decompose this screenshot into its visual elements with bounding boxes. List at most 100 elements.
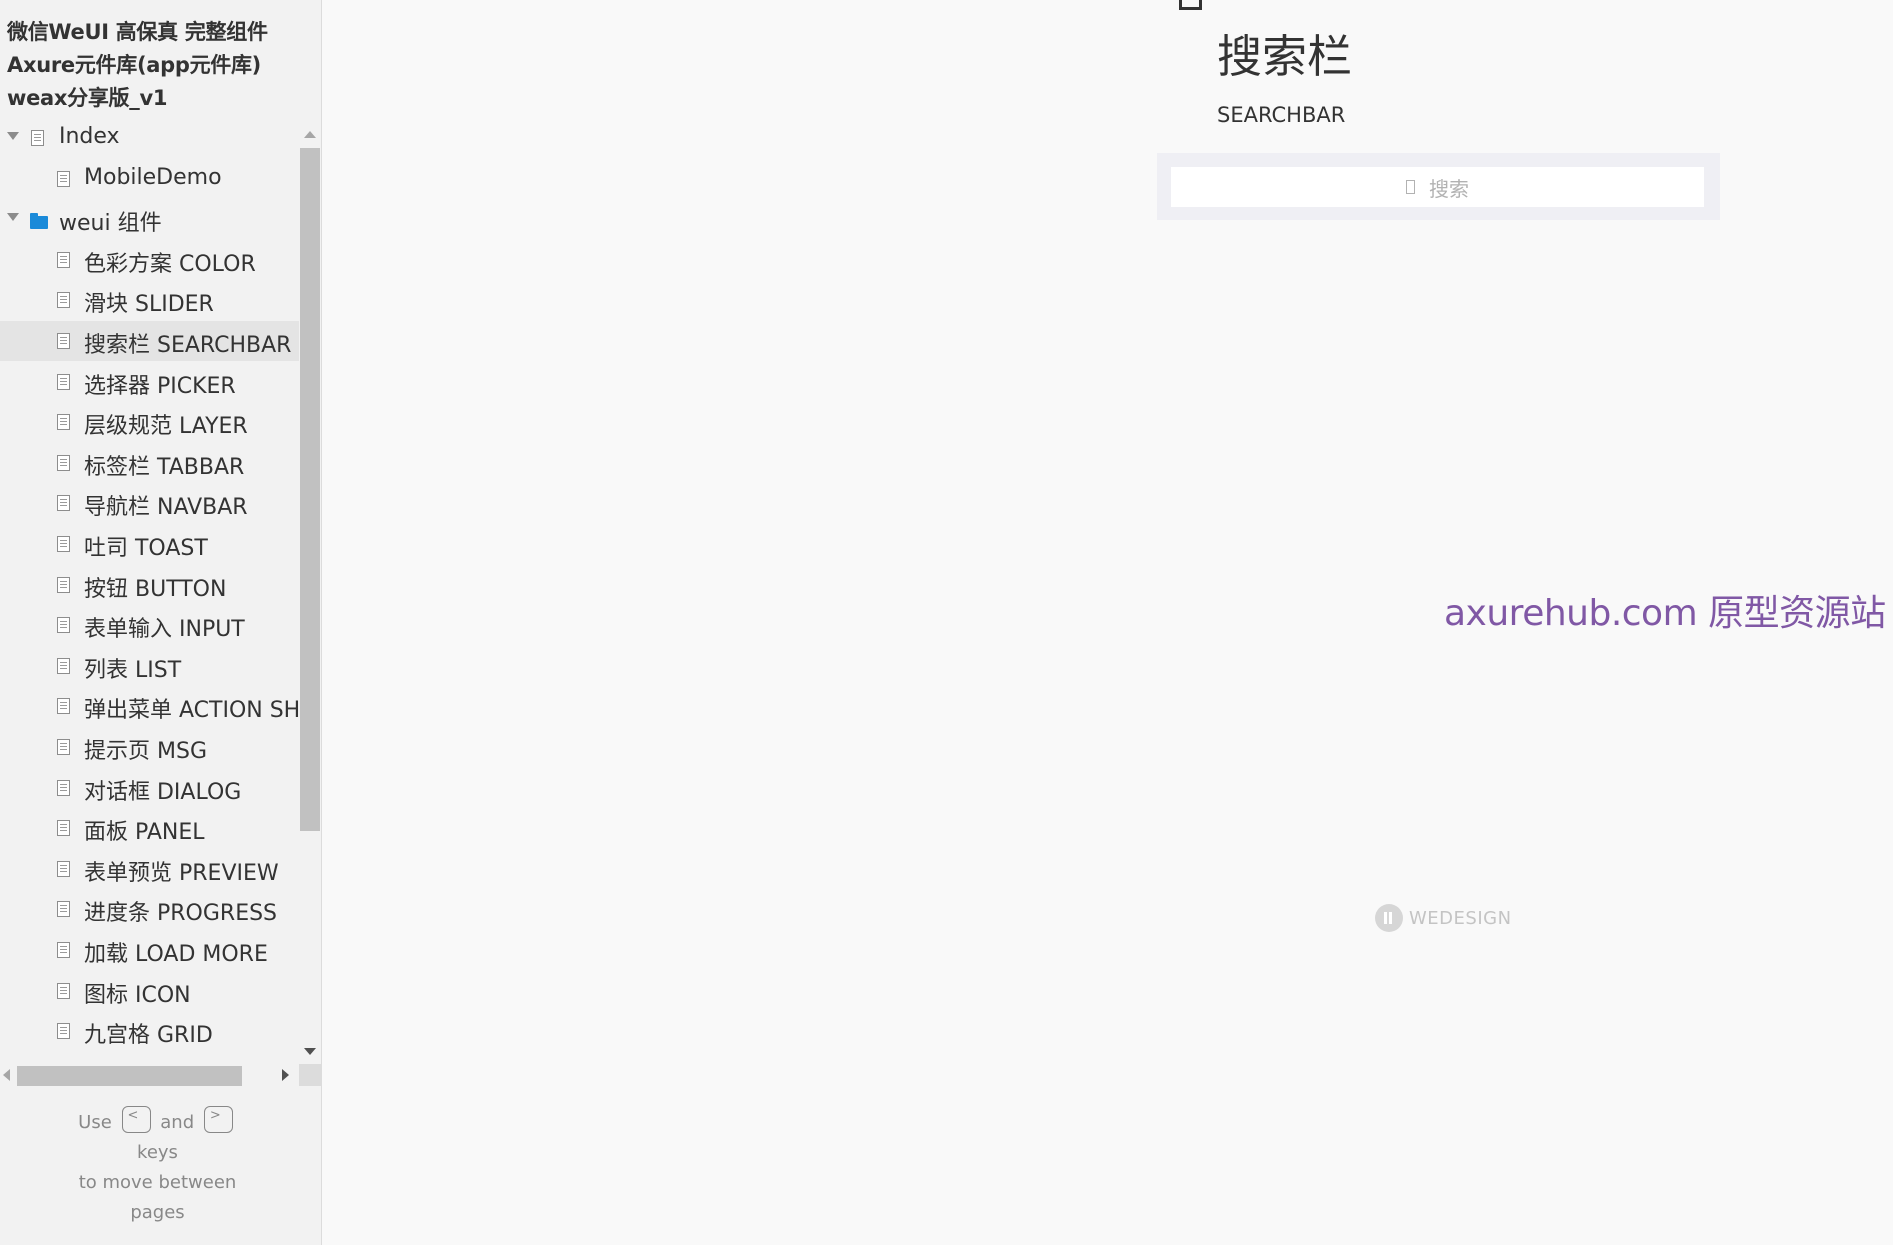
- keyboard-hint: Use < and > keys to move between pages: [40, 1105, 275, 1228]
- sitemap-folder[interactable]: weui 组件: [0, 199, 299, 239]
- sitemap-item-label: weui 组件: [59, 211, 162, 237]
- sitemap-page[interactable]: 进度条 PROGRESS: [0, 889, 299, 929]
- page-icon: [57, 414, 70, 431]
- sitemap-page[interactable]: 提示页 MSG: [0, 727, 299, 767]
- horizontal-scrollbar-thumb[interactable]: [17, 1066, 242, 1086]
- page-icon: [57, 495, 70, 512]
- hint-use: Use: [78, 1112, 112, 1133]
- sitemap-page[interactable]: 滑块 SLIDER: [0, 280, 299, 320]
- page-icon: [57, 536, 70, 552]
- page-icon: [57, 333, 70, 349]
- sitemap-item-label: 色彩方案 COLOR: [84, 251, 256, 277]
- expand-caret-icon[interactable]: [7, 132, 19, 140]
- page-icon: [57, 901, 70, 918]
- sitemap-item-label: 弹出菜单 ACTION SHEET: [84, 698, 299, 724]
- sitemap-page[interactable]: Index: [0, 124, 299, 158]
- sitemap-page[interactable]: 弹出菜单 ACTION SHEET: [0, 686, 299, 726]
- sitemap-item-label: 提示页 MSG: [84, 739, 207, 764]
- page-icon: [57, 1023, 70, 1040]
- scrollbar-corner: [299, 1064, 321, 1086]
- sitemap-item-label: 加载 LOAD MORE: [84, 942, 268, 967]
- sitemap-item-label: 标签栏 TABBAR: [84, 454, 245, 480]
- page-icon: [57, 292, 70, 309]
- sitemap-page[interactable]: 图标 ICON: [0, 971, 299, 1011]
- sitemap-page[interactable]: 表单预览 PREVIEW: [0, 849, 299, 889]
- sitemap-item-label: Index: [59, 124, 120, 149]
- page-icon: [57, 617, 70, 634]
- page-icon: [57, 251, 70, 268]
- sitemap-item-label: MobileDemo: [84, 164, 222, 190]
- page-icon: [57, 170, 70, 187]
- sitemap-page[interactable]: 列表 LIST: [0, 646, 299, 686]
- sitemap-page[interactable]: 吐司 TOAST: [0, 524, 299, 564]
- scroll-up-arrow-icon[interactable]: [304, 131, 316, 138]
- project-title-line-1: 微信WeUI 高保真 完整组件: [7, 20, 268, 44]
- vertical-scrollbar-thumb[interactable]: [300, 148, 320, 831]
- scroll-right-arrow-icon[interactable]: [282, 1069, 289, 1081]
- sitemap-item-label: 搜索栏 SEARCHBAR: [84, 333, 292, 358]
- sitemap-item-label: 面板 PANEL: [84, 820, 205, 846]
- sitemap-page[interactable]: 按钮 BUTTON: [0, 565, 299, 605]
- sitemap-page[interactable]: 加载 LOAD MORE: [0, 930, 299, 970]
- corner-bracket-icon: [1179, 0, 1202, 10]
- hint-line-2: to move between: [78, 1172, 237, 1193]
- project-title-line-2: Axure元件库(app元件库): [7, 53, 261, 77]
- page-icon: [57, 454, 70, 471]
- sitemap-page[interactable]: 标签栏 TABBAR: [0, 443, 299, 483]
- sitemap-item-label: 表单预览 PREVIEW: [84, 860, 279, 886]
- wedesign-brand: WEDESIGN: [1375, 904, 1512, 932]
- sitemap-page[interactable]: MobileDemo: [0, 159, 299, 199]
- watermark-text: axurehub.com 原型资源站: [1444, 593, 1886, 634]
- hint-and: and: [160, 1112, 195, 1133]
- hint-line-3: pages: [130, 1202, 185, 1223]
- page-icon: [31, 130, 44, 146]
- sitemap-sidebar: 微信WeUI 高保真 完整组件 Axure元件库(app元件库) weax分享版…: [0, 0, 322, 1245]
- page-canvas: 搜索栏 SEARCHBAR 搜索 axurehub.com 原型资源站 WEDE…: [322, 0, 1893, 1245]
- next-key-icon: >: [203, 1105, 233, 1133]
- sitemap-page[interactable]: 搜索栏 SEARCHBAR: [0, 321, 299, 361]
- sitemap-page[interactable]: 导航栏 NAVBAR: [0, 483, 299, 523]
- sitemap-item-label: 选择器 PICKER: [84, 373, 236, 399]
- sitemap-item-label: 层级规范 LAYER: [84, 414, 248, 440]
- sitemap-page[interactable]: 层级规范 LAYER: [0, 402, 299, 442]
- page-subtitle: SEARCHBAR: [1217, 103, 1346, 127]
- page-icon: [57, 576, 70, 593]
- page-icon: [57, 860, 70, 877]
- folder-icon: [30, 213, 48, 230]
- sitemap-item-label: 进度条 PROGRESS: [84, 901, 278, 927]
- page-icon: [57, 779, 70, 796]
- scroll-left-arrow-icon[interactable]: [3, 1069, 10, 1081]
- page-icon: [57, 982, 70, 999]
- page-title: 搜索栏: [1217, 30, 1353, 83]
- wedesign-label: WEDESIGN: [1409, 907, 1512, 929]
- page-icon: [57, 942, 70, 958]
- sitemap-item-label: 列表 LIST: [84, 657, 182, 683]
- hint-keys: keys: [137, 1142, 178, 1163]
- sitemap-item-label: 按钮 BUTTON: [84, 576, 227, 602]
- expand-caret-icon[interactable]: [7, 213, 19, 222]
- search-placeholder: 搜索: [1429, 176, 1469, 201]
- page-icon: [57, 739, 70, 755]
- search-icon: [1406, 180, 1415, 194]
- sitemap-item-label: 导航栏 NAVBAR: [84, 495, 248, 521]
- project-title: 微信WeUI 高保真 完整组件 Axure元件库(app元件库) weax分享版…: [7, 16, 312, 115]
- sitemap-page[interactable]: 色彩方案 COLOR: [0, 240, 299, 280]
- project-title-line-3: weax分享版_v1: [7, 86, 168, 110]
- sitemap-item-label: 图标 ICON: [84, 982, 191, 1008]
- prev-key-icon: <: [121, 1105, 151, 1133]
- sitemap-item-label: 滑块 SLIDER: [84, 292, 214, 318]
- sitemap-item-label: 表单输入 INPUT: [84, 617, 245, 643]
- sitemap-page[interactable]: 选择器 PICKER: [0, 362, 299, 402]
- page-icon: [57, 373, 70, 390]
- sitemap-item-label: 对话框 DIALOG: [84, 779, 242, 805]
- sitemap-page[interactable]: 对话框 DIALOG: [0, 768, 299, 808]
- sitemap-tree[interactable]: Index MobileDemo weui 组件色彩方案 COLOR 滑块 SLIDE…: [0, 124, 299, 1060]
- sitemap-item-label: 吐司 TOAST: [84, 536, 208, 561]
- search-input[interactable]: 搜索: [1171, 167, 1704, 207]
- sitemap-page[interactable]: 面板 PANEL: [0, 808, 299, 848]
- sitemap-page[interactable]: 九宫格 GRID: [0, 1011, 299, 1051]
- scroll-down-arrow-icon[interactable]: [304, 1048, 316, 1055]
- sitemap-page[interactable]: 表单输入 INPUT: [0, 605, 299, 645]
- page-icon: [57, 698, 70, 715]
- wedesign-logo-icon: [1375, 904, 1403, 932]
